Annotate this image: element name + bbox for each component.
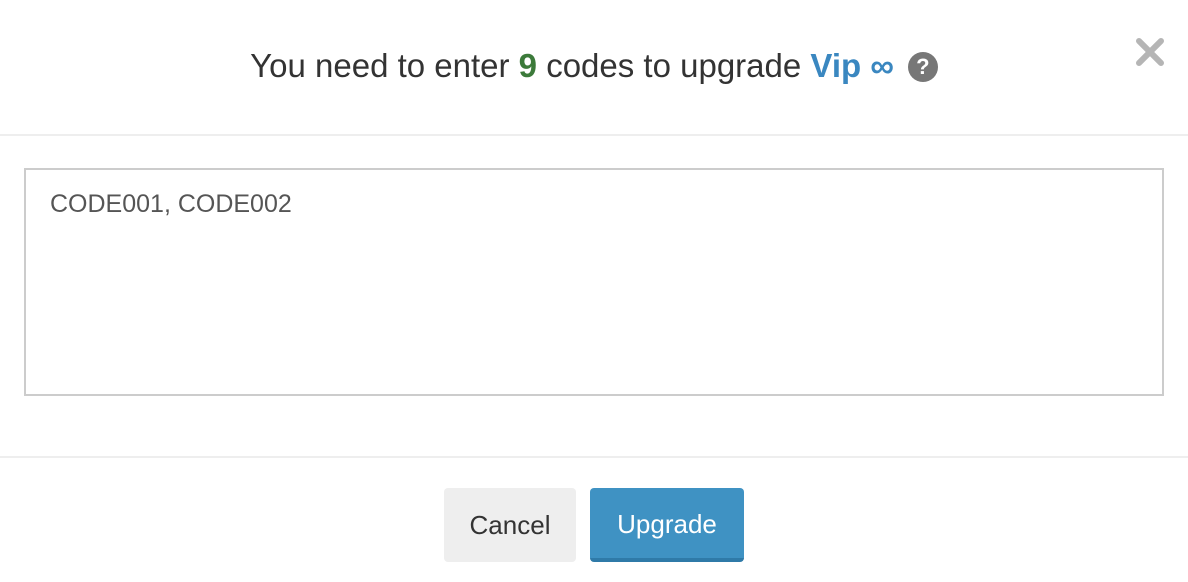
upgrade-dialog: You need to enter 9 codes to upgrade Vip… bbox=[0, 0, 1188, 582]
code-count: 9 bbox=[518, 47, 538, 84]
dialog-body: CODE001, CODE002 bbox=[0, 136, 1188, 458]
upgrade-button[interactable]: Upgrade bbox=[590, 488, 744, 562]
plan-name: Vip ∞ bbox=[810, 47, 894, 84]
title-middle: codes to upgrade bbox=[546, 47, 802, 84]
title-prefix: You need to enter bbox=[250, 47, 510, 84]
dialog-title: You need to enter 9 codes to upgrade Vip… bbox=[0, 44, 1188, 88]
dialog-footer: Cancel Upgrade bbox=[0, 456, 1188, 582]
dialog-header: You need to enter 9 codes to upgrade Vip… bbox=[0, 0, 1188, 136]
help-icon[interactable]: ? bbox=[907, 52, 938, 82]
cancel-button[interactable]: Cancel bbox=[444, 488, 576, 562]
codes-textarea[interactable]: CODE001, CODE002 bbox=[24, 168, 1164, 396]
close-icon[interactable] bbox=[1134, 36, 1166, 68]
